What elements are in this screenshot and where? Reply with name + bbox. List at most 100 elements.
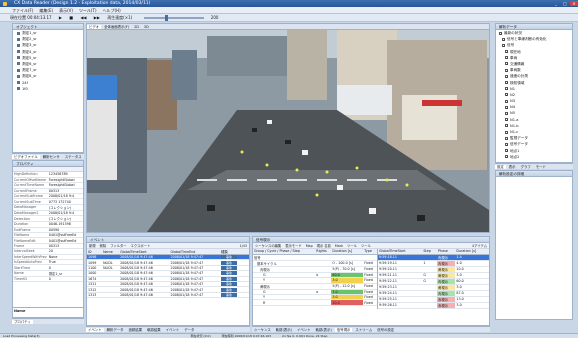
tab[interactable]: イベント: [164, 328, 182, 332]
signal-toolbar-button[interactable]: 現示 名前: [317, 244, 331, 248]
checkbox[interactable]: ✓: [505, 111, 509, 115]
tab[interactable]: 表示: [507, 165, 518, 169]
checkbox[interactable]: ✓: [505, 142, 509, 146]
tab[interactable]: ステータス: [63, 155, 84, 159]
checkbox[interactable]: ✓: [505, 50, 509, 54]
forward-button[interactable]: ▶▶: [94, 15, 100, 20]
tab[interactable]: ビデオファイル: [12, 155, 40, 159]
event-toolbar-button[interactable]: エクスポート: [131, 244, 151, 248]
checkbox[interactable]: ✓: [505, 149, 509, 153]
tab[interactable]: 3D: [142, 25, 151, 29]
tab[interactable]: 解析センサ: [41, 155, 62, 159]
tree-item[interactable]: ✓地点2: [499, 154, 572, 160]
tab[interactable]: 全体画面表示(F): [102, 25, 131, 29]
property-row[interactable]: CurrentOffsetName ForesightGlobal: [13, 177, 83, 184]
tab[interactable]: イベント: [295, 328, 313, 332]
row-action[interactable]: [246, 292, 249, 299]
checkbox[interactable]: ✓: [502, 37, 506, 41]
tab[interactable]: イベント: [86, 328, 104, 332]
signal-toolbar-button[interactable]: シーケンスの編集: [255, 244, 281, 248]
checkbox[interactable]: ✓: [499, 31, 503, 35]
tab[interactable]: 解析データ: [105, 328, 126, 332]
tab[interactable]: 2D: [132, 25, 141, 29]
checkbox[interactable]: ✓: [505, 136, 509, 140]
property-row[interactable]: CurrentTimeName ForesightGlobal: [13, 182, 83, 189]
property-row[interactable]: CurrentSubFrame 2008/01/18 9:4: [13, 193, 83, 200]
tab[interactable]: ストリーム: [353, 328, 374, 332]
event-type-badge[interactable]: 事象: [220, 265, 237, 270]
event-toolbar-button[interactable]: 新規: [89, 244, 96, 248]
checkbox[interactable]: ✓: [505, 99, 509, 103]
checkbox[interactable]: ✓: [505, 105, 509, 109]
property-row[interactable]: TimerID 0: [13, 276, 83, 283]
signal-toolbar-button[interactable]: 表示モード: [285, 244, 301, 248]
zoom-value[interactable]: 200: [211, 15, 219, 20]
checkbox[interactable]: ✓: [505, 130, 509, 134]
menu-item[interactable]: 表示(V): [59, 8, 73, 13]
signal-toolbar-button[interactable]: Map: [306, 244, 313, 248]
tree-item-label: N1: [510, 86, 515, 91]
signal-toolbar-button[interactable]: ツール: [361, 244, 371, 248]
tab[interactable]: 追跡結果: [127, 328, 145, 332]
stop-button[interactable]: ■: [69, 15, 73, 20]
tab[interactable]: 設定: [495, 165, 506, 169]
table-row[interactable]: 1313 2008/01/18 9:47:46 2008/01/18 9:47:47…: [87, 292, 249, 299]
checkbox[interactable]: ✓: [505, 74, 509, 78]
checkbox[interactable]: ✓: [505, 62, 509, 66]
props-tabs: プロパティ: [12, 318, 84, 324]
tab[interactable]: データ: [182, 328, 196, 332]
video-frame[interactable]: [87, 30, 489, 232]
checkbox[interactable]: ✓: [505, 56, 509, 60]
checkbox[interactable]: ✓: [505, 93, 509, 97]
frame-slider-thumb[interactable]: [164, 15, 168, 21]
close-button[interactable]: ✕: [570, 1, 578, 6]
event-type-badge[interactable]: 事象: [220, 276, 237, 281]
menu-item[interactable]: ヘルプ(H): [103, 8, 121, 13]
tab[interactable]: 信号の設定: [375, 328, 396, 332]
signal-toolbar-button[interactable]: ツール: [347, 244, 357, 248]
signal-tabs: シーケンス 軌跡(表示) イベント 軌跡(表示) 信号現示 ストリーム 信号の設定: [252, 326, 490, 332]
signal-toolbar-button[interactable]: Mark: [335, 244, 343, 248]
speed-dropdown[interactable]: 再生速度(×1): [107, 15, 132, 20]
table-row[interactable]: 9:59:26.11 赤現示 3.0: [378, 302, 489, 309]
tab[interactable]: 軌跡(表示): [274, 328, 294, 332]
tab[interactable]: 軌跡(表示): [314, 328, 334, 332]
event-toolbar-button[interactable]: フィルター: [110, 244, 126, 248]
checkbox[interactable]: ✓: [502, 43, 506, 47]
property-row[interactable]: DataManager2 2008/01/18 9:4: [13, 210, 83, 217]
tab[interactable]: モード: [534, 165, 548, 169]
event-type-badge[interactable]: 事象: [220, 292, 237, 297]
tree-item[interactable]: 1f0: [17, 86, 83, 92]
menu-item[interactable]: ファイル(F): [12, 8, 33, 13]
event-type-badge[interactable]: 事象: [220, 287, 237, 292]
tab-properties[interactable]: プロパティ: [12, 320, 33, 324]
rewind-button[interactable]: ◀◀: [80, 15, 86, 20]
minimize-button[interactable]: _: [552, 1, 560, 6]
tab[interactable]: ビデオ: [87, 25, 102, 29]
checkbox[interactable]: ✓: [505, 118, 509, 122]
checkbox[interactable]: ✓: [505, 87, 509, 91]
checkbox[interactable]: ✓: [505, 124, 509, 128]
object-icon: [17, 62, 20, 66]
event-toolbar-button[interactable]: 削除: [100, 244, 107, 248]
property-row[interactable]: FileName 0401@sstFreeEd: [13, 232, 83, 239]
property-row[interactable]: FileNameEdit 0401@sstFreeEd: [13, 237, 83, 244]
event-type-badge[interactable]: 事象: [220, 260, 237, 265]
menu-item[interactable]: 編集(E): [39, 8, 53, 13]
maximize-button[interactable]: □: [561, 1, 569, 6]
event-type-badge[interactable]: 事象: [220, 255, 237, 259]
menu-item[interactable]: ツール(T): [79, 8, 97, 13]
checkbox[interactable]: ✓: [505, 68, 509, 72]
play-button[interactable]: ▶: [59, 15, 62, 20]
frame-slider[interactable]: [143, 15, 204, 21]
tab[interactable]: グラフ: [519, 165, 533, 169]
checkbox[interactable]: ✓: [505, 155, 509, 159]
tab[interactable]: 信号現示: [334, 328, 353, 332]
tab[interactable]: シーケンス: [252, 328, 273, 332]
table-row[interactable]: R 20.0 Fixed: [253, 299, 377, 306]
checkbox[interactable]: ✓: [505, 81, 509, 85]
event-type-badge[interactable]: 事象: [220, 282, 237, 286]
event-type-badge[interactable]: 事象: [220, 271, 237, 275]
property-value[interactable]: 0: [47, 276, 83, 283]
tab[interactable]: 軌跡結果: [145, 328, 163, 332]
